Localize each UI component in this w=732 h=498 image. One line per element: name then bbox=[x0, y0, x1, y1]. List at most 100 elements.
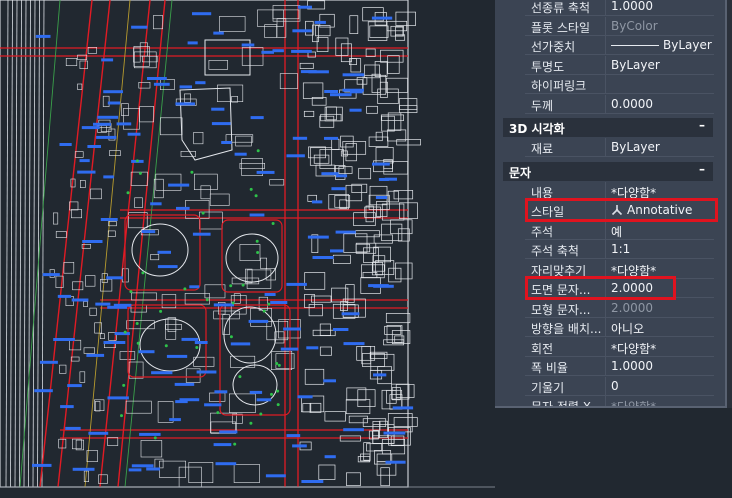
property-value[interactable]: ByLayer bbox=[611, 58, 714, 72]
text-label-mark bbox=[323, 379, 336, 383]
property-row[interactable]: 플롯 스타일 ByColor bbox=[525, 16, 714, 36]
property-row[interactable]: 하이퍼링크 bbox=[525, 75, 714, 94]
text-label-mark bbox=[168, 183, 190, 187]
property-row[interactable]: 투명도 ByLayer bbox=[525, 55, 714, 75]
text-label-mark bbox=[306, 346, 319, 350]
property-value[interactable]: 1:1 bbox=[611, 242, 714, 256]
property-row[interactable]: 주석 예 bbox=[525, 220, 714, 240]
property-value[interactable]: 아니오 bbox=[611, 320, 714, 337]
text-label-mark bbox=[286, 282, 307, 286]
tree-symbol bbox=[256, 251, 260, 254]
property-value[interactable]: 1.0000 bbox=[611, 359, 714, 373]
property-row[interactable]: 문자 정렬 X *다양함* bbox=[525, 396, 714, 406]
section-text[interactable]: 문자 – bbox=[503, 161, 713, 181]
text-label-mark bbox=[131, 464, 154, 468]
property-value[interactable]: ByLayer bbox=[611, 140, 714, 154]
property-value-text: 예 bbox=[611, 224, 623, 239]
column-divider bbox=[605, 337, 606, 357]
text-label-mark bbox=[189, 285, 200, 289]
property-row[interactable]: 방향을 배치... 아니오 bbox=[525, 318, 714, 337]
text-label-mark bbox=[384, 177, 397, 181]
text-label-mark bbox=[321, 172, 339, 176]
tree-symbol bbox=[271, 222, 275, 225]
text-label-mark bbox=[330, 93, 352, 97]
text-label-mark bbox=[146, 467, 160, 471]
property-value[interactable]: ByLayer bbox=[611, 38, 714, 52]
text-label-mark bbox=[385, 460, 406, 464]
property-value[interactable]: *다양함* bbox=[611, 340, 714, 357]
palette-scrollbar[interactable] bbox=[727, 0, 732, 408]
text-label-mark bbox=[150, 202, 162, 206]
text-label-mark bbox=[330, 249, 344, 253]
property-value[interactable]: 0 bbox=[611, 379, 714, 393]
property-value[interactable]: ByColor bbox=[611, 19, 714, 33]
column-divider bbox=[605, 16, 606, 36]
collapse-button[interactable]: – bbox=[695, 118, 709, 137]
tree-symbol bbox=[229, 284, 233, 288]
property-value-text: 2.0000 bbox=[611, 300, 653, 315]
column-divider bbox=[605, 138, 606, 157]
property-row[interactable]: 폭 비율 1.0000 bbox=[525, 357, 714, 376]
tree-symbol bbox=[267, 302, 271, 306]
tree-symbol bbox=[255, 239, 259, 243]
tree-symbol bbox=[122, 383, 126, 387]
property-value-text: 0.0000 bbox=[611, 96, 653, 111]
section-title: 3D 시각화 bbox=[509, 122, 565, 136]
cad-drawing[interactable] bbox=[0, 0, 495, 498]
collapse-button[interactable]: – bbox=[695, 162, 709, 181]
text-label-mark bbox=[292, 136, 308, 140]
text-label-mark bbox=[219, 430, 238, 434]
property-value-text: ByColor bbox=[611, 18, 658, 33]
text-label-mark bbox=[141, 230, 156, 234]
property-row[interactable]: 기울기 0 bbox=[525, 376, 714, 396]
property-value[interactable]: *다양함* bbox=[611, 398, 714, 406]
property-value[interactable]: 0.0000 bbox=[611, 97, 714, 111]
text-label-mark bbox=[270, 301, 288, 304]
tree-symbol bbox=[138, 171, 142, 175]
property-row[interactable]: 주석 축척 1:1 bbox=[525, 240, 714, 259]
column-divider bbox=[605, 318, 606, 337]
properties-palette[interactable]: 선종류 축척 1.0000 플롯 스타일 ByColor 선가중치 ByLayer 투명도 B… bbox=[495, 0, 727, 408]
text-label-mark bbox=[307, 235, 329, 239]
text-label-mark bbox=[42, 273, 60, 277]
property-value[interactable]: 예 bbox=[611, 223, 714, 240]
property-value-text: 아니오 bbox=[611, 322, 645, 336]
property-row[interactable]: 선종류 축척 1.0000 bbox=[525, 0, 714, 16]
section-3d-visualization[interactable]: 3D 시각화 – bbox=[503, 118, 713, 137]
property-label: 하이퍼링크 bbox=[531, 79, 587, 93]
text-label-mark bbox=[300, 70, 317, 74]
column-divider bbox=[605, 298, 606, 318]
tree-symbol bbox=[164, 344, 168, 348]
text-label-mark bbox=[100, 218, 118, 221]
text-label-mark bbox=[261, 50, 274, 54]
text-label-mark bbox=[349, 108, 362, 112]
text-label-mark bbox=[213, 443, 232, 447]
text-label-mark bbox=[292, 444, 307, 448]
tree-symbol bbox=[135, 322, 139, 325]
tree-symbol bbox=[135, 159, 139, 163]
property-row[interactable]: 회전 *다양함* bbox=[525, 337, 714, 357]
property-label: 폭 비율 bbox=[531, 361, 568, 375]
tree-symbol bbox=[277, 363, 281, 367]
property-value-text: ByLayer bbox=[663, 38, 712, 52]
text-label-mark bbox=[248, 319, 269, 323]
text-label-mark bbox=[157, 250, 171, 254]
property-row[interactable]: 재료 ByLayer bbox=[525, 138, 714, 157]
text-label-mark bbox=[292, 29, 312, 33]
property-value[interactable]: 1.0000 bbox=[611, 0, 714, 13]
property-value-text: ByLayer bbox=[611, 57, 660, 72]
property-row[interactable]: 선가중치 ByLayer bbox=[525, 36, 714, 55]
text-label-mark bbox=[39, 360, 58, 364]
text-label-mark bbox=[311, 200, 323, 204]
property-row[interactable]: 두께 0.0000 bbox=[525, 94, 714, 114]
property-label: 방향을 배치... bbox=[531, 322, 602, 336]
tree-symbol bbox=[249, 421, 253, 425]
tree-symbol bbox=[120, 414, 123, 418]
tree-symbol bbox=[141, 271, 145, 275]
property-row[interactable]: 모형 문자... 2.0000 bbox=[525, 298, 714, 318]
tree-symbol bbox=[216, 411, 220, 415]
cad-drawing-canvas[interactable] bbox=[0, 0, 495, 498]
property-value[interactable]: 2.0000 bbox=[611, 301, 714, 315]
text-label-mark bbox=[196, 370, 217, 374]
text-label-mark bbox=[113, 303, 132, 307]
